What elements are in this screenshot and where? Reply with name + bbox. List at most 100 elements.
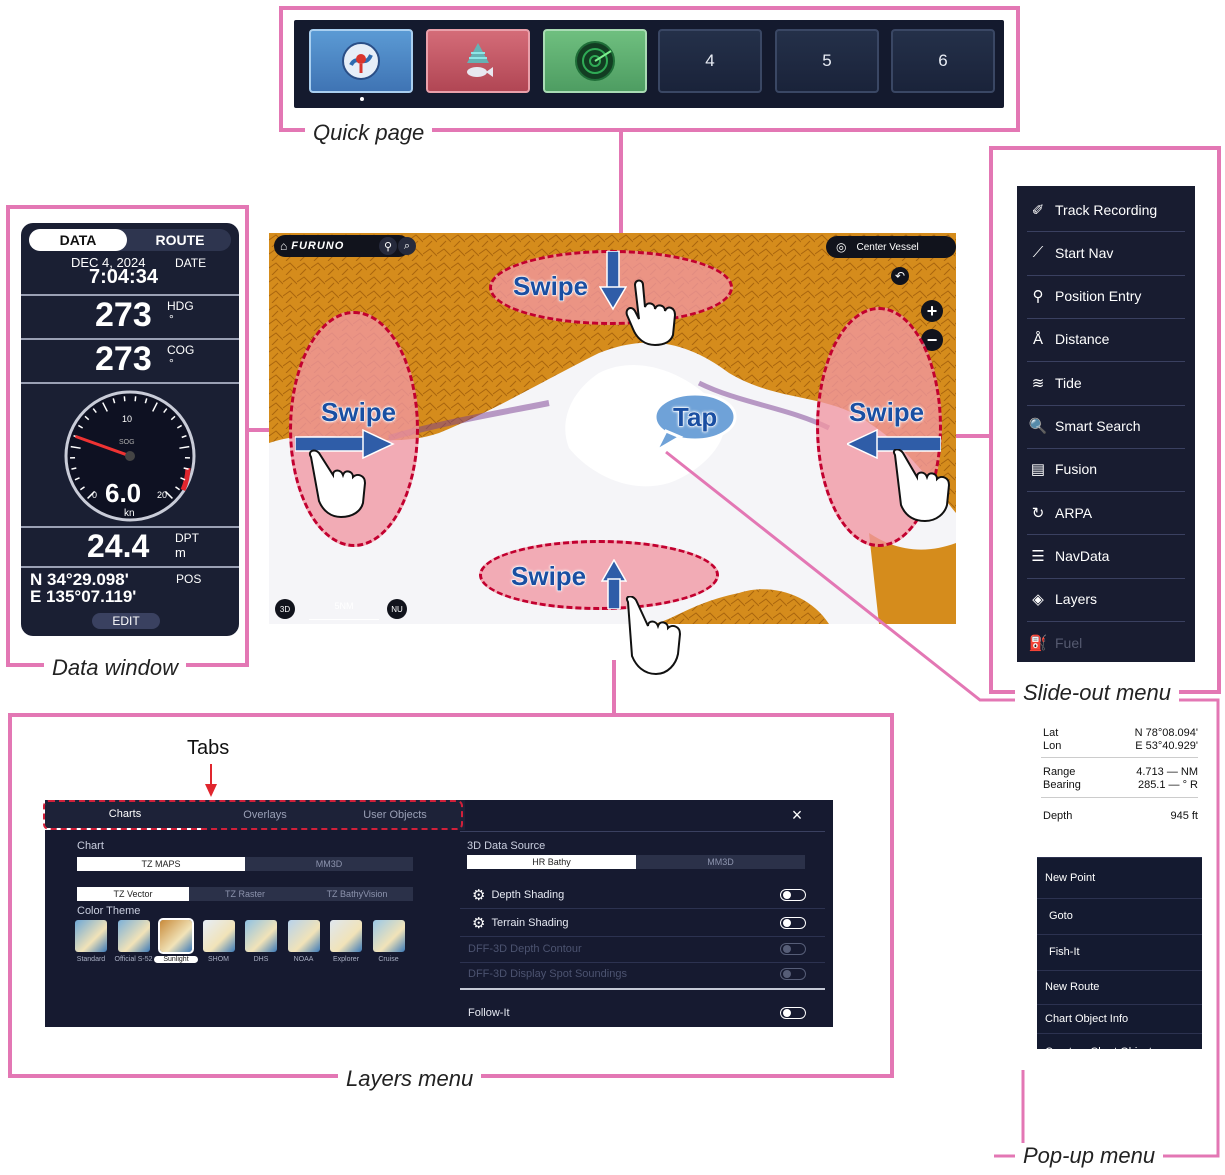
- arpa-icon: ↻: [1031, 504, 1045, 522]
- popup-bearing: 285.1 — ° R: [1137, 779, 1198, 791]
- options-list: ⚙ Depth Shading ⚙ Terrain Shading DFF-3D Dep…: [460, 875, 825, 1025]
- option-terrain-shading[interactable]: ⚙ Terrain Shading: [460, 913, 825, 933]
- theme-strip: Standard Official S-52 Sunlight SHOM DHS NOAA…: [67, 850, 447, 980]
- theme-noaa[interactable]: [287, 920, 320, 952]
- theme-sunlight[interactable]: [158, 918, 194, 954]
- popup-item-new-point[interactable]: New Point: [1037, 857, 1202, 897]
- option-depth-shading[interactable]: ⚙ Depth Shading: [460, 885, 825, 905]
- theme-label: Explorer: [332, 956, 360, 963]
- option-dff-3d-depth-contour[interactable]: DFF-3D Depth Contour: [460, 939, 825, 959]
- caption-popup: Pop-up menu: [1015, 1143, 1164, 1169]
- menu-item-label: Fuel: [1055, 634, 1083, 651]
- data-source-mm3d[interactable]: MM3D: [636, 855, 805, 869]
- position-entry-icon: ⚲: [1032, 288, 1044, 306]
- menu-item-label: Layers: [1055, 591, 1098, 608]
- toggle-switch[interactable]: [780, 889, 806, 901]
- popup-item-goto[interactable]: Goto: [1037, 898, 1202, 933]
- start-nav-icon: ⟋: [1032, 244, 1044, 262]
- popup-item-label: New Point: [1045, 871, 1096, 884]
- theme-label: NOAA: [293, 956, 314, 963]
- menu-item-label: Track Recording: [1055, 201, 1158, 218]
- popup-range-label: Range: [1043, 766, 1076, 778]
- menu-item-track-recording[interactable]: ✐ Track Recording: [1017, 188, 1195, 231]
- menu-item-label: Tide: [1055, 374, 1082, 391]
- theme-label: DHS: [253, 956, 269, 963]
- layers-icon: ◈: [1032, 591, 1044, 609]
- menu-item-label: Fusion: [1055, 461, 1098, 478]
- menu-item-position-entry[interactable]: ⚲ Position Entry: [1017, 275, 1195, 318]
- toggle-switch[interactable]: [780, 1007, 806, 1019]
- theme-standard[interactable]: [75, 920, 107, 952]
- menu-item-navdata[interactable]: ☰ NavData: [1017, 534, 1195, 577]
- theme-dhs[interactable]: [245, 920, 277, 952]
- popup-item-fish-it[interactable]: Fish-It: [1037, 934, 1202, 969]
- popup-lon: E 53°40.929': [1135, 740, 1198, 752]
- theme-label: Cruise: [378, 956, 399, 963]
- option-divider: [460, 988, 825, 990]
- theme-explorer[interactable]: [330, 920, 362, 952]
- popup-menu: Lat N 78°08.094' Lon E 53°40.929' Range …: [1037, 721, 1202, 1049]
- popup-divider: [1041, 757, 1198, 758]
- menu-item-arpa[interactable]: ↻ ARPA: [1017, 491, 1195, 534]
- close-icon: ×: [791, 804, 803, 825]
- menu-item-smart-search[interactable]: 🔍 Smart Search: [1017, 405, 1195, 448]
- menu-item-fuel[interactable]: ⛽ Fuel: [1017, 621, 1195, 662]
- toggle-switch[interactable]: [780, 943, 806, 955]
- menu-item-fusion[interactable]: ▤ Fusion: [1017, 448, 1195, 491]
- option-divider: [460, 962, 825, 963]
- theme-official-s-52[interactable]: [117, 920, 150, 952]
- popup-item-new-route[interactable]: New Route: [1037, 970, 1202, 1003]
- menu-item-label: Start Nav: [1055, 244, 1114, 261]
- menu-item-distance[interactable]: Å Distance: [1017, 318, 1195, 361]
- toggle-switch[interactable]: [780, 968, 806, 980]
- caption-slide-out: Slide-out menu: [1015, 680, 1179, 706]
- gear-icon[interactable]: ⚙: [472, 914, 485, 932]
- navdata-icon: ☰: [1031, 547, 1045, 565]
- menu-item-tide[interactable]: ≋ Tide: [1017, 361, 1195, 404]
- option-label: DFF-3D Display Spot Soundings: [468, 968, 627, 980]
- popup-item-label: Fish-It: [1049, 946, 1080, 958]
- toggle-switch[interactable]: [780, 917, 806, 929]
- distance-icon: Å: [1032, 330, 1043, 348]
- arrow-down-icon: [205, 764, 217, 797]
- theme-label: Standard: [76, 956, 106, 963]
- theme-label: SHOM: [208, 956, 229, 963]
- popup-item-chart-object-info[interactable]: Chart Object Info: [1037, 1004, 1202, 1032]
- option-dff-3d-display-spot-soundings[interactable]: DFF-3D Display Spot Soundings: [460, 964, 825, 984]
- data-source-selector[interactable]: HR Bathy MM3D: [467, 855, 805, 869]
- option-label: Depth Shading: [491, 889, 565, 901]
- connector-slide-out: [956, 434, 989, 438]
- menu-item-label: ARPA: [1055, 504, 1093, 521]
- popup-lat: N 78°08.094': [1134, 727, 1198, 739]
- theme-cruise[interactable]: [372, 920, 405, 952]
- popup-bearing-label: Bearing: [1043, 779, 1081, 791]
- tabs-highlight: [43, 800, 463, 830]
- popup-range: 4.713 — NM: [1136, 766, 1198, 778]
- popup-info-panel: Lat N 78°08.094' Lon E 53°40.929' Range …: [1037, 721, 1202, 857]
- close-button[interactable]: ×: [785, 804, 809, 826]
- theme-shom[interactable]: [202, 920, 235, 952]
- popup-lat-label: Lat: [1043, 727, 1059, 739]
- gear-icon[interactable]: ⚙: [472, 886, 485, 904]
- menu-item-label: Position Entry: [1055, 288, 1142, 305]
- option-follow-it[interactable]: Follow-It: [460, 1003, 825, 1023]
- search-icon: 🔍: [1028, 418, 1048, 435]
- menu-item-label: Smart Search: [1055, 418, 1141, 434]
- menu-item-label: NavData: [1055, 547, 1110, 564]
- popup-item-label: Goto: [1049, 910, 1073, 922]
- popup-item-create-a-chart-object[interactable]: Create a Chart Object: [1037, 1033, 1202, 1049]
- menu-item-layers[interactable]: ◈ Layers: [1017, 578, 1195, 621]
- theme-label: Official S-52: [114, 956, 153, 963]
- track-recording-icon: ✐: [1031, 201, 1045, 219]
- tide-icon: ≋: [1031, 374, 1045, 392]
- popup-item-label: New Route: [1045, 981, 1100, 993]
- fusion-icon: ▤: [1030, 461, 1046, 479]
- popup-item-label: Create a Chart Object: [1045, 1046, 1152, 1050]
- popup-item-label: Chart Object Info: [1045, 1012, 1129, 1025]
- data-source-hrbathy[interactable]: HR Bathy: [467, 855, 636, 869]
- caption-layers: Layers menu: [338, 1066, 482, 1092]
- fuel-icon: ⛽: [1028, 634, 1048, 652]
- popup-depth-label: Depth: [1043, 810, 1073, 822]
- popup-divider: [1041, 797, 1198, 798]
- menu-item-start-nav[interactable]: ⟋ Start Nav: [1017, 231, 1195, 274]
